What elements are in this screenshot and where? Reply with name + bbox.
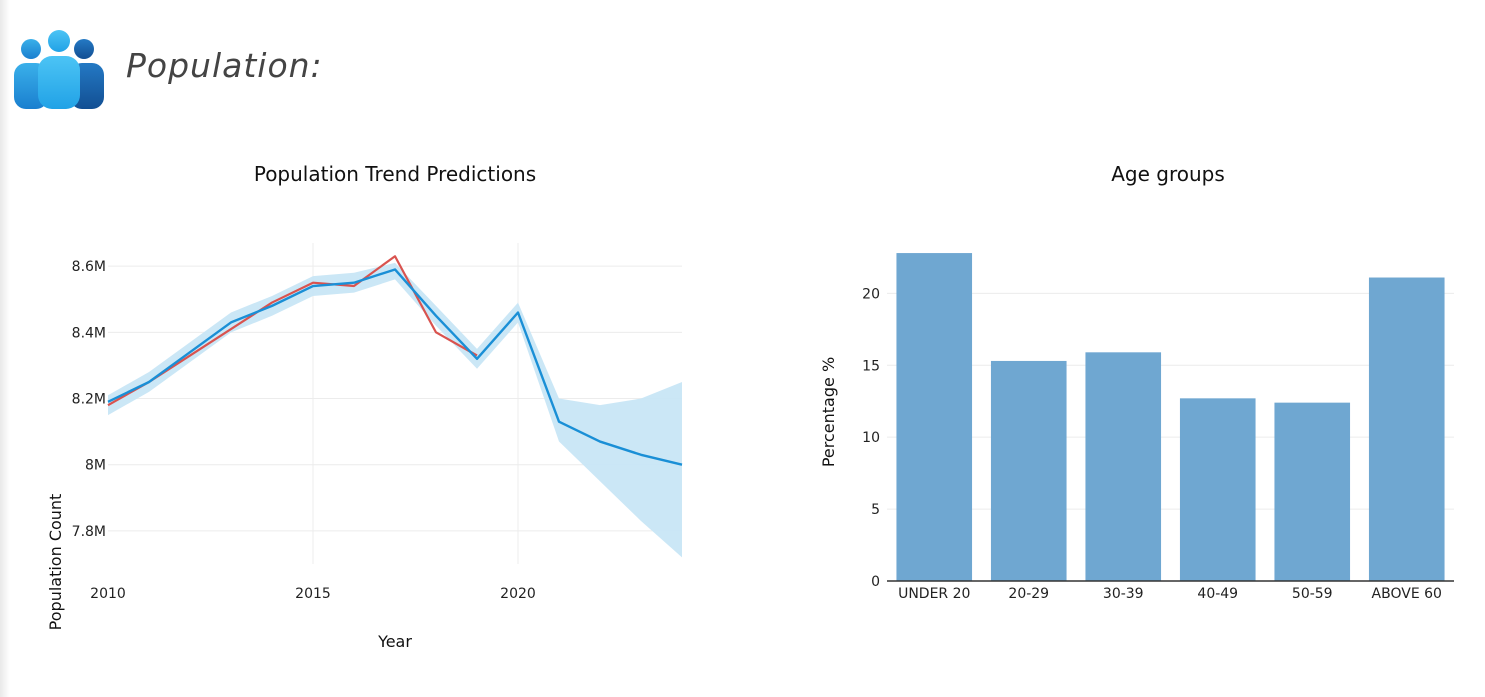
page-title: Population: xyxy=(126,45,323,85)
bar-chart-title: Age groups xyxy=(1111,162,1225,186)
bar-chart-x-tick-label: ABOVE 60 xyxy=(1372,586,1442,602)
line-chart-x-tick-label: 2020 xyxy=(500,586,536,602)
bar-chart-y-tick-label: 15 xyxy=(862,358,880,374)
people-group-icon xyxy=(14,30,104,109)
actual-series-line xyxy=(107,255,478,407)
age-groups-svg: Age groups Percentage % 0 5 10 15 20 UNDER 20… xyxy=(819,162,1454,602)
bar-chart-y-tick-label: 20 xyxy=(862,286,880,302)
line-chart-y-tick-label: 8M xyxy=(85,458,106,474)
line-chart-y-axis-label: Population Count xyxy=(46,494,65,631)
section-header: Population: xyxy=(14,28,323,112)
population-trend-svg: Population Trend Predictions Year Popula… xyxy=(46,162,683,651)
age-group-bar xyxy=(990,360,1067,581)
age-groups-chart: Age groups Percentage % 0 5 10 15 20 UNDER 20… xyxy=(790,150,1480,670)
bar-chart-x-tick-label: 20-29 xyxy=(1008,586,1049,602)
line-chart-title: Population Trend Predictions xyxy=(254,162,536,186)
age-group-bar xyxy=(1274,402,1351,581)
age-group-bar xyxy=(1179,398,1256,581)
line-chart-x-tick-label: 2015 xyxy=(295,586,331,602)
line-chart-y-tick-label: 8.6M xyxy=(72,259,106,275)
bar-chart-x-tick-label: 50-59 xyxy=(1292,586,1333,602)
age-group-bar xyxy=(1085,352,1162,581)
line-chart-y-tick-label: 8.2M xyxy=(72,392,106,408)
line-chart-y-tick-label: 8.4M xyxy=(72,325,106,341)
age-group-bar xyxy=(896,253,973,581)
bar-chart-x-tick-label: 30-39 xyxy=(1103,586,1144,602)
bar-chart-x-tick-label: UNDER 20 xyxy=(898,586,970,602)
line-chart-y-tick-label: 7.8M xyxy=(72,524,106,540)
bar-chart-y-tick-label: 0 xyxy=(871,574,880,590)
bar-chart-y-axis-label: Percentage % xyxy=(819,357,838,467)
bar-chart-y-tick-label: 5 xyxy=(871,502,880,518)
line-chart-x-tick-label: 2010 xyxy=(90,586,126,602)
population-trend-chart: Population Trend Predictions Year Popula… xyxy=(0,150,740,670)
age-group-bar xyxy=(1368,277,1445,581)
bar-chart-y-tick-label: 10 xyxy=(862,430,880,446)
bar-chart-x-tick-label: 40-49 xyxy=(1197,586,1238,602)
forecast-confidence-band xyxy=(108,262,682,558)
line-chart-x-axis-label: Year xyxy=(377,632,412,651)
